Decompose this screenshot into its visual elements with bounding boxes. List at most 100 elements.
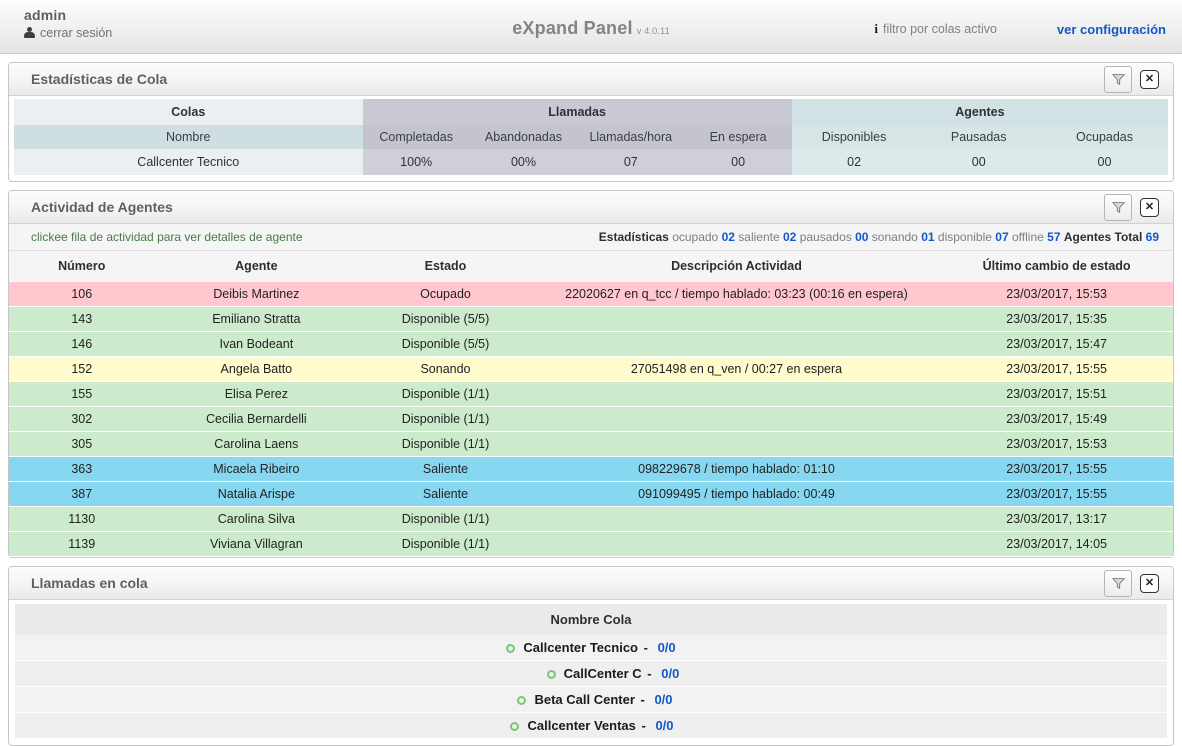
cell-descripcion: [532, 331, 941, 357]
status-dot-icon: [546, 670, 556, 680]
cell-agente: Cecilia Bernardelli: [154, 406, 359, 432]
queue-filter-notice-label: filtro por colas activo: [882, 22, 997, 36]
agent-activity-hint: clickee fila de actividad para ver detal…: [31, 230, 303, 244]
cell-descripcion: [532, 531, 941, 557]
table-row[interactable]: 1139 Viviana Villagran Disponible (1/1) 23/…: [9, 531, 1173, 557]
close-button[interactable]: ✕: [1140, 70, 1159, 89]
close-button[interactable]: ✕: [1140, 198, 1159, 217]
filter-button[interactable]: [1104, 66, 1132, 93]
cell-numero: 146: [9, 331, 155, 357]
queue-filter-notice: i filtro por colas activo: [874, 21, 997, 37]
cell-agente: Carolina Laens: [154, 431, 359, 457]
cell-ultimo-cambio: 23/03/2017, 15:35: [940, 306, 1173, 332]
col-pausadas: Pausadas: [916, 125, 1042, 149]
col-numero: Número: [9, 251, 155, 282]
queue-stats-group-row: Colas Llamadas Agentes: [14, 99, 1168, 125]
cell-llamadas-hora: 07: [577, 149, 685, 175]
col-disponibles: Disponibles: [791, 125, 917, 149]
top-bar-right: i filtro por colas activo ver configurac…: [874, 21, 1166, 37]
cell-estado: Disponible (1/1): [358, 381, 533, 407]
cell-descripcion: 27051498 en q_ven / 00:27 en espera: [532, 356, 941, 382]
cell-numero: 106: [9, 282, 155, 307]
table-row[interactable]: 146 Ivan Bodeant Disponible (5/5) 23/03/201…: [9, 331, 1173, 357]
status-dot-icon: [517, 696, 527, 706]
user-name: admin: [24, 7, 67, 23]
logout-link[interactable]: cerrar sesión: [40, 26, 112, 40]
close-icon: ✕: [1144, 73, 1155, 85]
cell-estado: Ocupado: [358, 282, 533, 307]
filter-button[interactable]: [1104, 194, 1132, 221]
top-bar: admin cerrar sesión eXpand Panel v 4.0.11…: [0, 0, 1182, 54]
table-row[interactable]: 143 Emiliano Stratta Disponible (5/5) 23/03…: [9, 306, 1173, 332]
cell-ultimo-cambio: 23/03/2017, 15:51: [940, 381, 1173, 407]
panel-agent-activity-title: Actividad de Agentes: [31, 199, 173, 215]
funnel-icon: [1111, 202, 1125, 214]
queue-name: Callcenter Tecnico: [523, 640, 638, 655]
calls-in-queue-body: Nombre Cola Callcenter Tecnico - 0/0 Call…: [9, 600, 1173, 745]
table-row[interactable]: 155 Elisa Perez Disponible (1/1) 23/03/2017…: [9, 381, 1173, 407]
agent-activity-stats: Estadísticas ocupado 02 saliente 02 paus…: [599, 230, 1159, 244]
stat-sonando-value: 01: [921, 230, 935, 244]
panel-queue-stats: Estadísticas de Cola ✕ Colas Llamadas Ag…: [8, 62, 1174, 182]
stat-saliente-label: saliente: [738, 230, 780, 244]
cell-descripcion: [532, 306, 941, 332]
col-agente: Agente: [154, 251, 359, 282]
funnel-icon: [1111, 578, 1125, 590]
cell-numero: 305: [9, 431, 155, 457]
view-configuration-link[interactable]: ver configuración: [1057, 22, 1166, 37]
list-item[interactable]: Callcenter Ventas - 0/0: [15, 713, 1167, 739]
close-button[interactable]: ✕: [1140, 574, 1159, 593]
table-row[interactable]: Callcenter Tecnico 100% 00% 07 00 02 00 …: [14, 149, 1168, 175]
cell-descripcion: [532, 506, 941, 532]
table-row[interactable]: 106 Deibis Martinez Ocupado 22020627 en q_t…: [9, 282, 1173, 307]
list-item[interactable]: Callcenter Tecnico - 0/0: [15, 635, 1167, 661]
cell-descripcion: [532, 431, 941, 457]
separator: -: [640, 640, 652, 655]
cell-agente: Emiliano Stratta: [154, 306, 359, 332]
queue-name: Callcenter Ventas: [527, 718, 636, 733]
cell-disponibles: 02: [791, 149, 917, 175]
separator: -: [643, 666, 656, 681]
filter-button[interactable]: [1104, 570, 1132, 597]
cell-estado: Disponible (1/1): [358, 431, 533, 457]
table-row[interactable]: 1130 Carolina Silva Disponible (1/1) 23/03/…: [9, 506, 1173, 532]
queue-stats-table: Colas Llamadas Agentes Nombre Completada…: [14, 99, 1168, 175]
close-icon: ✕: [1144, 201, 1155, 213]
stat-saliente-value: 02: [783, 230, 797, 244]
cell-agente: Natalia Arispe: [154, 481, 359, 507]
cell-ultimo-cambio: 23/03/2017, 13:17: [940, 506, 1173, 532]
queue-stats-group-agentes: Agentes: [791, 99, 1168, 125]
cell-agente: Viviana Villagran: [154, 531, 359, 557]
table-row[interactable]: 305 Carolina Laens Disponible (1/1) 23/03/2…: [9, 431, 1173, 457]
page-title: eXpand Panel: [512, 18, 633, 38]
cell-estado: Disponible (1/1): [358, 406, 533, 432]
cell-numero: 302: [9, 406, 155, 432]
calls-in-queue-list: Callcenter Tecnico - 0/0 CallCenter C - 0…: [15, 635, 1167, 739]
list-item[interactable]: Beta Call Center - 0/0: [15, 687, 1167, 713]
cell-ultimo-cambio: 23/03/2017, 15:55: [940, 481, 1173, 507]
cell-descripcion: [532, 406, 941, 432]
status-dot-icon: [506, 644, 516, 654]
stat-sonando-label: sonando: [871, 230, 918, 244]
table-row[interactable]: 363 Micaela Ribeiro Saliente 098229678 / ti…: [9, 456, 1173, 482]
cell-agente: Deibis Martinez: [154, 282, 359, 307]
table-row[interactable]: 152 Angela Batto Sonando 27051498 en q_ven …: [9, 356, 1173, 382]
cell-numero: 155: [9, 381, 155, 407]
col-en-espera: En espera: [684, 125, 792, 149]
queue-count: 0/0: [655, 718, 674, 733]
cell-estado: Saliente: [358, 481, 533, 507]
queue-name: CallCenter C: [563, 666, 642, 681]
cell-completadas: 100%: [362, 149, 470, 175]
table-row[interactable]: 302 Cecilia Bernardelli Disponible (1/1) 23…: [9, 406, 1173, 432]
cell-agente: Micaela Ribeiro: [154, 456, 359, 482]
funnel-icon: [1111, 74, 1125, 86]
stat-ocupado-value: 02: [721, 230, 735, 244]
table-row[interactable]: 387 Natalia Arispe Saliente 091099495 / tie…: [9, 481, 1173, 507]
panel-agent-activity-tools: ✕: [1104, 194, 1165, 221]
agent-table-header-row: Número Agente Estado Descripción Activid…: [9, 251, 1173, 282]
panel-calls-in-queue-title: Llamadas en cola: [31, 575, 148, 591]
cell-ultimo-cambio: 23/03/2017, 15:49: [940, 406, 1173, 432]
col-ocupadas: Ocupadas: [1041, 125, 1168, 149]
list-item[interactable]: CallCenter C - 0/0: [15, 661, 1167, 687]
cell-ultimo-cambio: 23/03/2017, 15:55: [940, 356, 1173, 382]
